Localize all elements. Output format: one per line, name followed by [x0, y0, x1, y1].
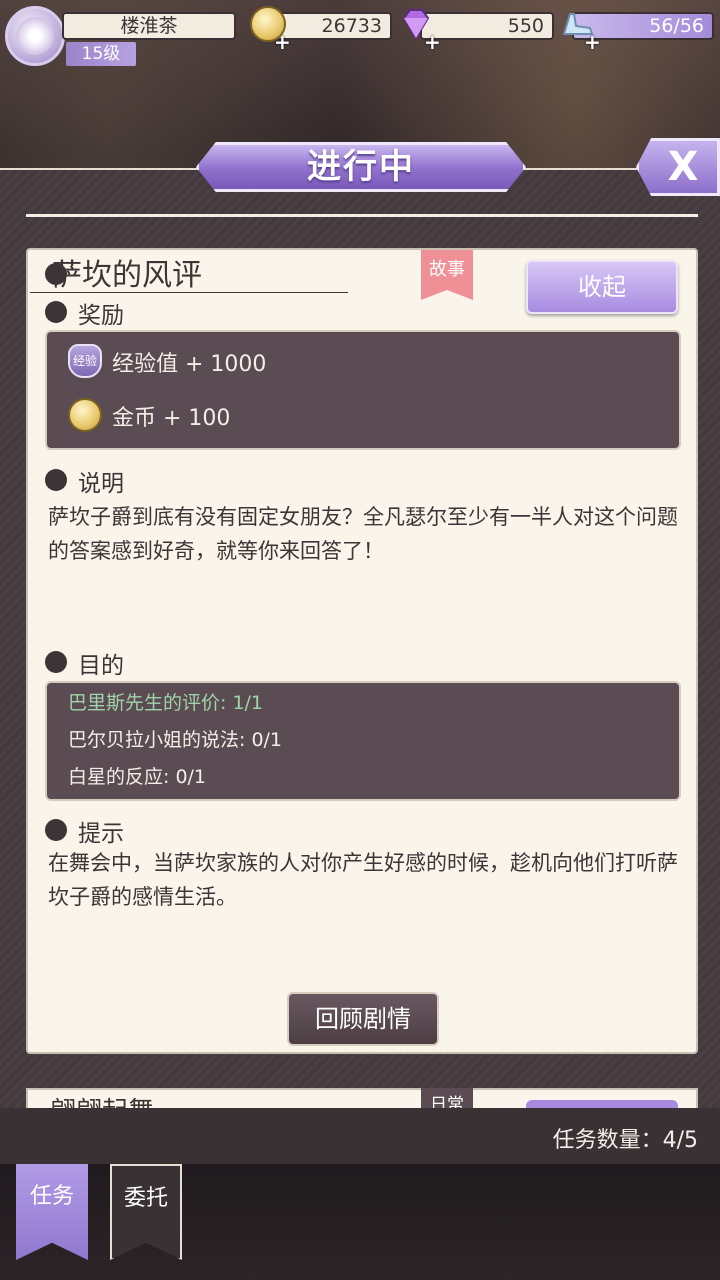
collapse-button[interactable]: 收起 [526, 260, 678, 314]
task-count: 任务数量：4/5 [552, 1128, 698, 1153]
description-label: 说明 [78, 471, 124, 497]
rose-icon [16, 17, 54, 55]
gold-coin-icon [68, 398, 102, 432]
reward-icon [45, 301, 67, 323]
add-gem-button[interactable]: + [424, 30, 441, 54]
hint-icon [45, 819, 67, 841]
top-bar: 楼淮茶 15级 26733 + 550 + 56/56 + [0, 0, 720, 70]
panel-divider [26, 200, 698, 217]
quest-hint: 在舞会中，当萨坎家族的人对你产生好感的时候，趁机向他们打听萨坎子爵的感情生活。 [48, 851, 678, 909]
objective-label: 目的 [78, 653, 124, 679]
reward-exp: 经验值 + 1000 [112, 352, 267, 377]
quest-title: 萨坎的风评 [52, 258, 202, 293]
objective-item: 巴尔贝拉小姐的说法: 0/1 [68, 729, 283, 751]
objective-item: 白星的反应: 0/1 [68, 766, 207, 788]
review-story-button[interactable]: 回顾剧情 [287, 992, 439, 1046]
bottom-bar [0, 1164, 720, 1280]
player-avatar[interactable] [5, 6, 65, 66]
book-icon [45, 469, 67, 491]
exclamation-icon [45, 651, 67, 673]
title-underline [30, 292, 348, 293]
player-level: 15级 [66, 42, 136, 66]
player-name: 楼淮茶 [62, 12, 236, 40]
reward-gold: 金币 + 100 [112, 406, 231, 431]
hint-label: 提示 [78, 821, 124, 847]
exp-badge-icon: 经验 [68, 344, 102, 378]
add-gold-button[interactable]: + [274, 30, 291, 54]
panel-title: 进行中 [196, 142, 526, 192]
reward-label: 奖励 [78, 303, 124, 329]
close-button[interactable]: X [636, 138, 720, 196]
add-energy-button[interactable]: + [584, 30, 601, 54]
objective-item: 巴里斯先生的评价: 1/1 [68, 692, 264, 714]
quest-description: 萨坎子爵到底有没有固定女朋友？全凡瑟尔至少有一半人对这个问题的答案感到好奇，就等… [48, 505, 678, 563]
